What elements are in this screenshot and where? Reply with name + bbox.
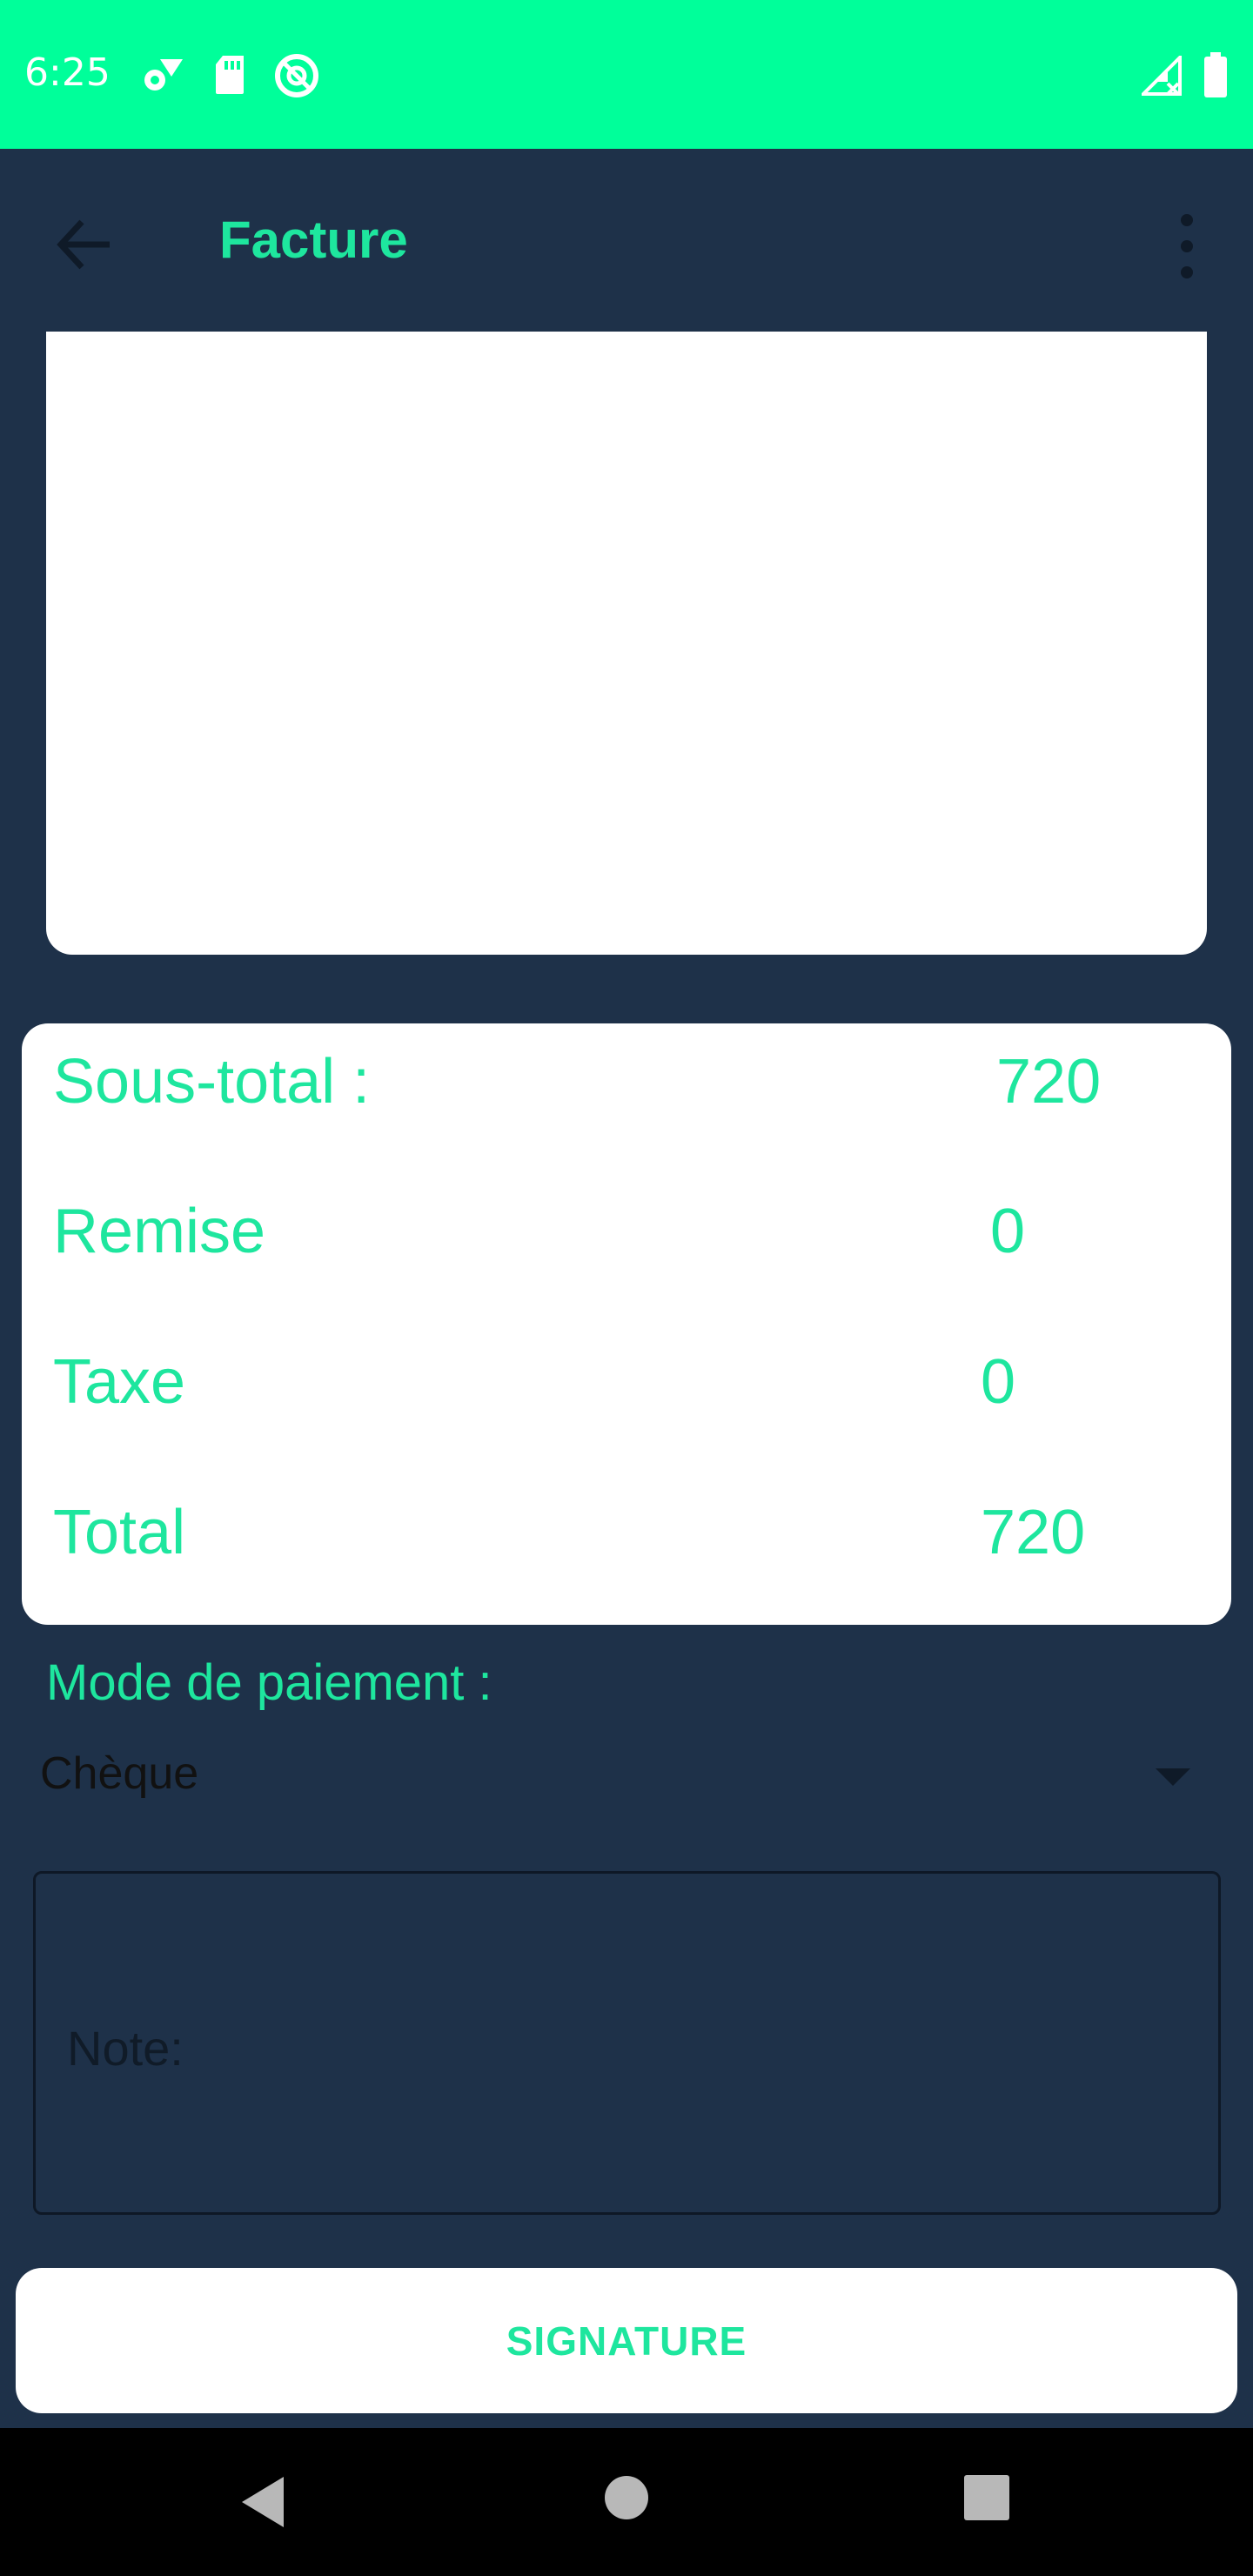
tax-value: 0 [981, 1347, 1016, 1417]
total-value: 720 [981, 1498, 1086, 1567]
discount-row: Remise 0 [22, 1173, 1231, 1278]
status-time: 6:25 [24, 50, 111, 95]
subtotal-row: Sous-total : 720 [22, 1023, 1231, 1128]
subtotal-label: Sous-total : [53, 1047, 371, 1117]
signature-button[interactable]: SIGNATURE [16, 2268, 1237, 2413]
note-input[interactable] [67, 2013, 1181, 2083]
home-circle-icon[interactable] [602, 2473, 651, 2522]
payment-mode-select[interactable]: Chèque [26, 1732, 1227, 1819]
dropdown-arrow-icon [1156, 1768, 1190, 1786]
back-arrow-icon[interactable] [42, 201, 129, 288]
note-field[interactable] [33, 1871, 1221, 2215]
recents-square-icon[interactable] [964, 2475, 1009, 2520]
invoice-preview[interactable] [46, 332, 1207, 955]
more-vert-icon[interactable] [1157, 203, 1216, 290]
app-bar: Facture [0, 149, 1253, 332]
subtotal-value: 720 [996, 1047, 1102, 1117]
status-bar: 6:25 [0, 0, 1253, 149]
sd-card-icon [216, 56, 244, 94]
settings-cellular-icon [144, 59, 183, 91]
no-signal-icon [1142, 56, 1182, 96]
discount-label: Remise [53, 1197, 266, 1266]
tax-label: Taxe [53, 1347, 186, 1417]
total-row: Total 720 [22, 1474, 1231, 1579]
back-triangle-icon[interactable] [235, 2472, 291, 2532]
vpn-key-icon [275, 54, 318, 97]
payment-mode-label: Mode de paiement : [46, 1654, 492, 1711]
page-title: Facture [219, 211, 408, 269]
tax-row: Taxe 0 [22, 1324, 1231, 1428]
discount-value: 0 [990, 1197, 1026, 1266]
navigation-bar [0, 2428, 1253, 2576]
total-label: Total [53, 1498, 186, 1567]
payment-mode-value: Chèque [40, 1748, 199, 1799]
totals-card: Sous-total : 720 Remise 0 Taxe 0 Total 7… [22, 1023, 1231, 1625]
battery-icon [1204, 52, 1227, 97]
